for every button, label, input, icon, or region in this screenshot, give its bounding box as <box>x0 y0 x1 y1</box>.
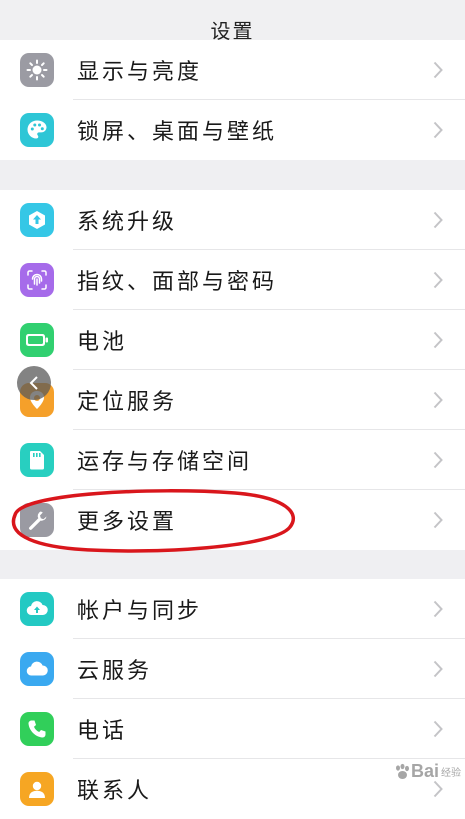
upgrade-icon <box>20 203 54 237</box>
settings-item-fingerprint-face-password[interactable]: 指纹、面部与密码 <box>0 250 465 310</box>
baidu-watermark: Bai 经验 <box>393 761 461 782</box>
settings-item-memory-storage[interactable]: 运存与存储空间 <box>0 430 465 490</box>
settings-item-display-brightness[interactable]: 显示与亮度 <box>0 40 465 100</box>
palette-icon <box>20 113 54 147</box>
settings-group-system: 系统升级 指纹、面部与密码 电池 定位服务 运存与存储空间 更多设置 <box>0 190 465 550</box>
settings-item-label: 更多设置 <box>77 510 178 535</box>
settings-item-label: 联系人 <box>77 779 153 804</box>
settings-item-location-services[interactable]: 定位服务 <box>0 370 465 430</box>
settings-item-label: 锁屏、桌面与壁纸 <box>77 120 278 145</box>
chevron-right-icon <box>433 391 443 409</box>
settings-item-label: 定位服务 <box>77 390 178 415</box>
chevron-right-icon <box>433 271 443 289</box>
settings-item-label: 指纹、面部与密码 <box>77 270 278 295</box>
settings-group-accounts: 帐户与同步 云服务 电话 联系人 <box>0 579 465 819</box>
settings-item-label: 电池 <box>77 330 128 355</box>
settings-item-cloud-service[interactable]: 云服务 <box>0 639 465 699</box>
sd-card-icon <box>20 443 54 477</box>
battery-icon <box>20 323 54 357</box>
settings-item-lockscreen-wallpaper[interactable]: 锁屏、桌面与壁纸 <box>0 100 465 160</box>
fingerprint-icon <box>20 263 54 297</box>
wrench-icon <box>20 503 54 537</box>
chevron-left-icon <box>29 376 38 390</box>
phone-icon <box>20 712 54 746</box>
settings-group-display: 显示与亮度 锁屏、桌面与壁纸 <box>0 40 465 160</box>
contacts-icon <box>20 772 54 806</box>
settings-item-label: 电话 <box>77 719 128 744</box>
cloud-icon <box>20 652 54 686</box>
chevron-right-icon <box>433 780 443 798</box>
watermark-subtext: 经验 <box>441 768 461 779</box>
settings-item-battery[interactable]: 电池 <box>0 310 465 370</box>
settings-item-label: 帐户与同步 <box>77 599 203 624</box>
chevron-right-icon <box>433 660 443 678</box>
settings-item-account-sync[interactable]: 帐户与同步 <box>0 579 465 639</box>
settings-item-label: 显示与亮度 <box>77 60 203 85</box>
chevron-right-icon <box>433 451 443 469</box>
paw-icon <box>395 763 409 779</box>
chevron-right-icon <box>433 211 443 229</box>
floating-back-button[interactable] <box>17 366 51 400</box>
chevron-right-icon <box>433 720 443 738</box>
settings-item-more-settings[interactable]: 更多设置 <box>0 490 465 550</box>
settings-item-label: 云服务 <box>77 659 153 684</box>
settings-item-label: 运存与存储空间 <box>77 450 253 475</box>
settings-item-system-upgrade[interactable]: 系统升级 <box>0 190 465 250</box>
sun-icon <box>20 53 54 87</box>
chevron-right-icon <box>433 511 443 529</box>
watermark-text: Bai <box>410 761 439 781</box>
chevron-right-icon <box>433 61 443 79</box>
chevron-right-icon <box>433 121 443 139</box>
chevron-right-icon <box>433 600 443 618</box>
chevron-right-icon <box>433 331 443 349</box>
settings-item-label: 系统升级 <box>77 210 178 235</box>
settings-item-phone[interactable]: 电话 <box>0 699 465 759</box>
cloud-sync-icon <box>20 592 54 626</box>
